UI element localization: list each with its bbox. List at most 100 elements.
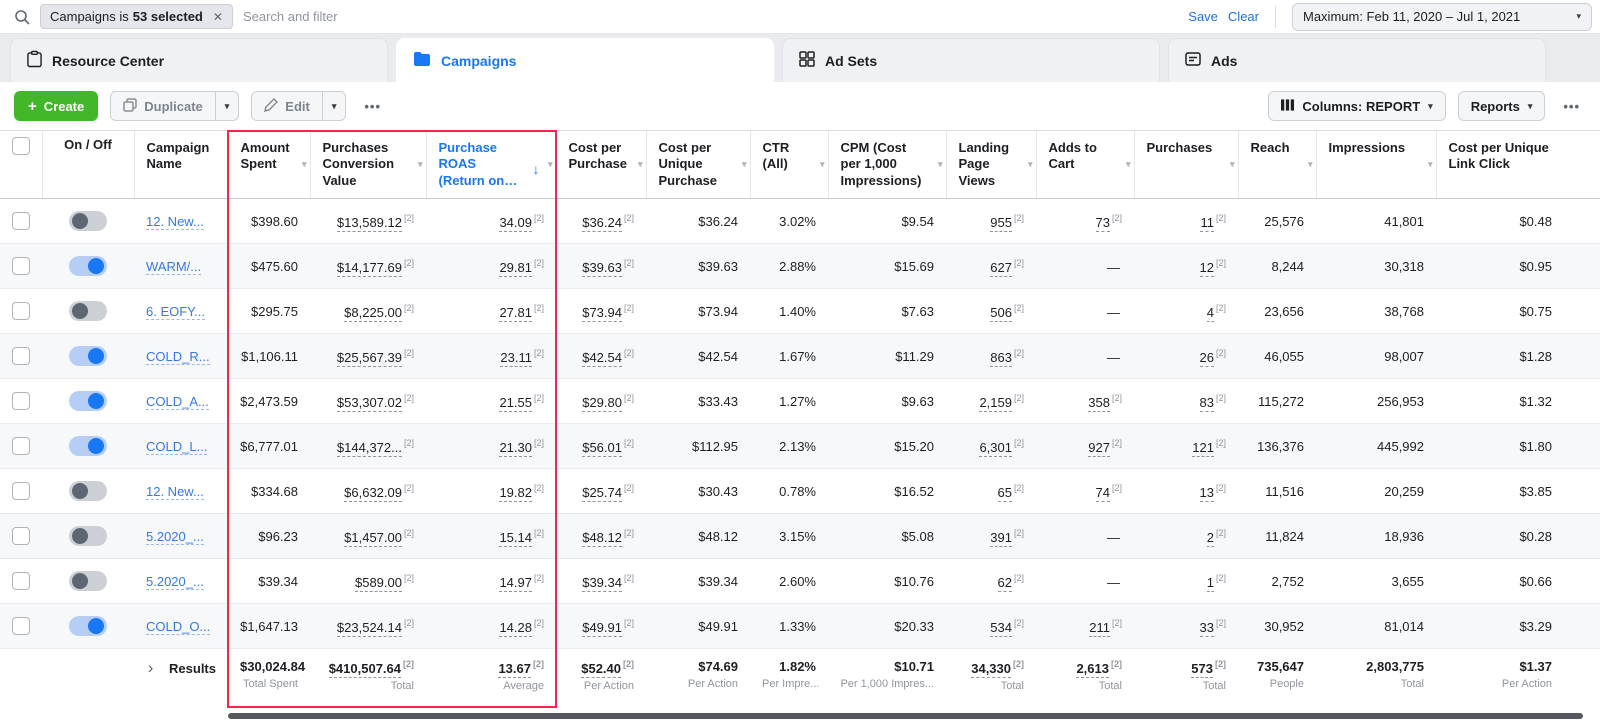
cell-purchases-conversion-value: $1,457.00 bbox=[344, 530, 402, 547]
column-header-cost-per-unique-purchase[interactable]: Cost per Unique Purchase▾ bbox=[646, 131, 750, 199]
sort-descending-icon[interactable]: ↓ bbox=[533, 161, 540, 179]
column-header-landing-page-views[interactable]: Landing Page Views▾ bbox=[946, 131, 1036, 199]
campaign-on-off-toggle[interactable] bbox=[69, 346, 107, 366]
row-checkbox[interactable] bbox=[12, 212, 30, 230]
campaign-on-off-toggle[interactable] bbox=[69, 211, 107, 231]
row-checkbox[interactable] bbox=[12, 437, 30, 455]
results-sublabel: Per Action bbox=[568, 680, 634, 692]
campaign-name-link[interactable]: COLD_A... bbox=[146, 394, 209, 410]
chevron-down-icon[interactable]: ▾ bbox=[1428, 159, 1433, 170]
date-range-selector[interactable]: Maximum: Feb 11, 2020 – Jul 1, 2021 ▾ bbox=[1292, 3, 1592, 31]
campaign-name-link[interactable]: WARM/... bbox=[146, 259, 201, 275]
attribution-superscript: [2] bbox=[624, 528, 634, 538]
row-checkbox[interactable] bbox=[12, 257, 30, 275]
search-input[interactable]: Search and filter bbox=[243, 9, 1178, 24]
chevron-down-icon[interactable]: ▾ bbox=[1126, 159, 1131, 170]
chevron-down-icon[interactable]: ▾ bbox=[742, 159, 747, 170]
edit-dropdown-chevron-icon[interactable]: ▾ bbox=[322, 92, 346, 120]
campaign-on-off-toggle[interactable] bbox=[69, 481, 107, 501]
row-checkbox[interactable] bbox=[12, 572, 30, 590]
column-header-adds-to-cart[interactable]: Adds to Cart▾ bbox=[1036, 131, 1134, 199]
campaign-on-off-toggle[interactable] bbox=[69, 256, 107, 276]
row-checkbox[interactable] bbox=[12, 302, 30, 320]
attribution-superscript: [2] bbox=[1216, 258, 1226, 268]
more-options-button[interactable]: ••• bbox=[1557, 99, 1586, 114]
clear-filter-link[interactable]: Clear bbox=[1228, 9, 1259, 24]
attribution-superscript: [2] bbox=[1111, 659, 1122, 669]
tab-campaigns[interactable]: Campaigns bbox=[396, 38, 774, 82]
column-header-cost-per-purchase[interactable]: Cost per Purchase▾ bbox=[556, 131, 646, 199]
chevron-down-icon[interactable]: ▾ bbox=[1028, 159, 1033, 170]
chevron-down-icon[interactable]: ▾ bbox=[302, 159, 307, 170]
select-all-checkbox[interactable] bbox=[12, 137, 30, 155]
campaign-name-link[interactable]: COLD_R... bbox=[146, 349, 210, 365]
cell-cpm: $15.20 bbox=[894, 439, 934, 454]
save-filter-link[interactable]: Save bbox=[1188, 9, 1218, 24]
campaign-name-link[interactable]: 5.2020_... bbox=[146, 529, 204, 545]
campaign-on-off-toggle[interactable] bbox=[69, 616, 107, 636]
row-checkbox[interactable] bbox=[12, 527, 30, 545]
chevron-down-icon[interactable]: ▾ bbox=[418, 159, 423, 170]
attribution-superscript: [2] bbox=[534, 573, 544, 583]
table-row[interactable]: COLD_R... $1,106.11 $25,567.39[2] 23.11[… bbox=[0, 334, 1600, 379]
column-header-campaign-name[interactable]: Campaign Name bbox=[134, 131, 228, 199]
edit-button[interactable]: Edit bbox=[252, 92, 322, 120]
attribution-superscript: [2] bbox=[624, 348, 634, 358]
filter-chip-campaigns-selected[interactable]: Campaigns is 53 selected ✕ bbox=[40, 4, 233, 29]
expand-results-icon[interactable]: › bbox=[148, 658, 154, 677]
tab-ads[interactable]: Ads bbox=[1168, 38, 1546, 82]
chevron-down-icon[interactable]: ▾ bbox=[938, 159, 943, 170]
row-checkbox[interactable] bbox=[12, 482, 30, 500]
table-row[interactable]: 5.2020_... $96.23 $1,457.00[2] 15.14[2] … bbox=[0, 514, 1600, 559]
chevron-down-icon[interactable]: ▾ bbox=[820, 159, 825, 170]
close-icon[interactable]: ✕ bbox=[213, 10, 223, 24]
table-row[interactable]: COLD_A... $2,473.59 $53,307.02[2] 21.55[… bbox=[0, 379, 1600, 424]
campaign-on-off-toggle[interactable] bbox=[69, 571, 107, 591]
table-row[interactable]: COLD_O... $1,647.13 $23,524.14[2] 14.28[… bbox=[0, 604, 1600, 649]
create-button[interactable]: + Create bbox=[14, 91, 98, 121]
cell-reach: 11,516 bbox=[1265, 484, 1304, 499]
results-sublabel: Total Spent bbox=[240, 678, 298, 690]
campaign-name-link[interactable]: 6. EOFY... bbox=[146, 304, 205, 320]
row-checkbox[interactable] bbox=[12, 392, 30, 410]
campaign-name-link[interactable]: COLD_L... bbox=[146, 439, 207, 455]
reports-button[interactable]: Reports ▾ bbox=[1458, 91, 1546, 121]
campaign-on-off-toggle[interactable] bbox=[69, 436, 107, 456]
column-header-cpm[interactable]: CPM (Cost per 1,000 Impressions)▾ bbox=[828, 131, 946, 199]
column-header-impressions[interactable]: Impressions▾ bbox=[1316, 131, 1436, 199]
table-row[interactable]: WARM/... $475.60 $14,177.69[2] 29.81[2] … bbox=[0, 244, 1600, 289]
column-header-purchase-roas[interactable]: Purchase ROAS (Return on…↓▾ bbox=[426, 131, 556, 199]
tab-resource-center[interactable]: Resource Center bbox=[10, 38, 388, 82]
column-header-purchases[interactable]: Purchases▾ bbox=[1134, 131, 1238, 199]
table-row[interactable]: COLD_L... $6,777.01 $144,372...[2] 21.30… bbox=[0, 424, 1600, 469]
chevron-down-icon[interactable]: ▾ bbox=[1230, 159, 1235, 170]
column-header-reach[interactable]: Reach▾ bbox=[1238, 131, 1316, 199]
chevron-down-icon[interactable]: ▾ bbox=[548, 159, 553, 170]
campaign-name-link[interactable]: 5.2020_... bbox=[146, 574, 204, 590]
campaign-on-off-toggle[interactable] bbox=[69, 526, 107, 546]
row-checkbox[interactable] bbox=[12, 347, 30, 365]
table-row[interactable]: 12. New... $398.60 $13,589.12[2] 34.09[2… bbox=[0, 199, 1600, 244]
campaign-name-link[interactable]: 12. New... bbox=[146, 484, 204, 500]
table-row[interactable]: 5.2020_... $39.34 $589.00[2] 14.97[2] $3… bbox=[0, 559, 1600, 604]
duplicate-button[interactable]: Duplicate bbox=[111, 92, 215, 120]
column-header-ctr[interactable]: CTR (All)▾ bbox=[750, 131, 828, 199]
tab-ad-sets[interactable]: Ad Sets bbox=[782, 38, 1160, 82]
column-header-amount-spent[interactable]: Amount Spent▾ bbox=[228, 131, 310, 199]
chevron-down-icon[interactable]: ▾ bbox=[1308, 159, 1313, 170]
more-actions-button[interactable]: ••• bbox=[358, 99, 387, 114]
campaign-on-off-toggle[interactable] bbox=[69, 391, 107, 411]
campaign-name-link[interactable]: COLD_O... bbox=[146, 619, 210, 635]
campaign-on-off-toggle[interactable] bbox=[69, 301, 107, 321]
cell-reach: 11,824 bbox=[1265, 529, 1304, 544]
columns-button[interactable]: Columns: REPORT ▾ bbox=[1268, 91, 1445, 121]
table-row[interactable]: 12. New... $334.68 $6,632.09[2] 19.82[2]… bbox=[0, 469, 1600, 514]
duplicate-dropdown-chevron-icon[interactable]: ▾ bbox=[215, 92, 239, 120]
horizontal-scrollbar[interactable] bbox=[228, 713, 1583, 719]
campaign-name-link[interactable]: 12. New... bbox=[146, 214, 204, 230]
column-header-cost-per-unique-link-click[interactable]: Cost per Unique Link Click bbox=[1436, 131, 1600, 199]
table-row[interactable]: 6. EOFY... $295.75 $8,225.00[2] 27.81[2]… bbox=[0, 289, 1600, 334]
column-header-purchases-conversion-value[interactable]: Purchases Conversion Value▾ bbox=[310, 131, 426, 199]
chevron-down-icon[interactable]: ▾ bbox=[638, 159, 643, 170]
row-checkbox[interactable] bbox=[12, 617, 30, 635]
